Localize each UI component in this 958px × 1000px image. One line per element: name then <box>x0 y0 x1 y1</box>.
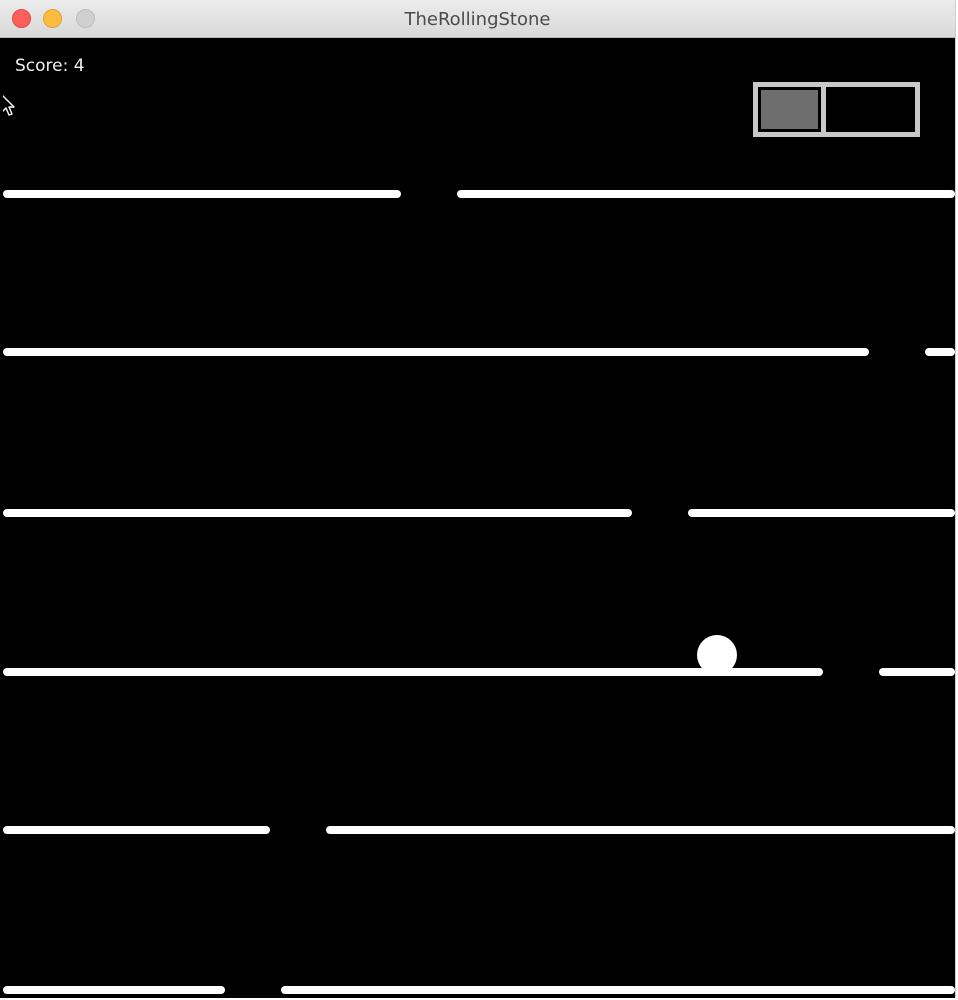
platform-row-5-left <box>3 826 270 834</box>
window-title: TheRollingStone <box>404 9 551 30</box>
platform-row-6-left <box>3 986 225 994</box>
game-canvas[interactable]: Score: 4 <box>3 38 955 998</box>
mouse-pointer-icon <box>3 95 15 116</box>
power-meter-filled-segment <box>761 90 818 129</box>
platform-row-2-left <box>3 348 869 356</box>
power-meter <box>753 82 920 137</box>
platform-row-4-right <box>879 668 955 676</box>
platform-row-1-left <box>3 190 401 198</box>
platform-row-3-right <box>688 509 955 517</box>
platform-row-1-right <box>457 190 955 198</box>
platform-row-4-left <box>3 668 823 676</box>
platform-row-6-right <box>281 986 955 994</box>
platform-row-3-left <box>3 509 632 517</box>
title-bar[interactable]: TheRollingStone <box>0 0 955 38</box>
power-meter-empty-segment <box>826 90 912 129</box>
platform-row-2-right <box>925 348 955 356</box>
platform-row-5-right <box>326 826 955 834</box>
score-label: Score: 4 <box>15 56 85 76</box>
game-window: TheRollingStone Score: 4 <box>0 0 956 998</box>
